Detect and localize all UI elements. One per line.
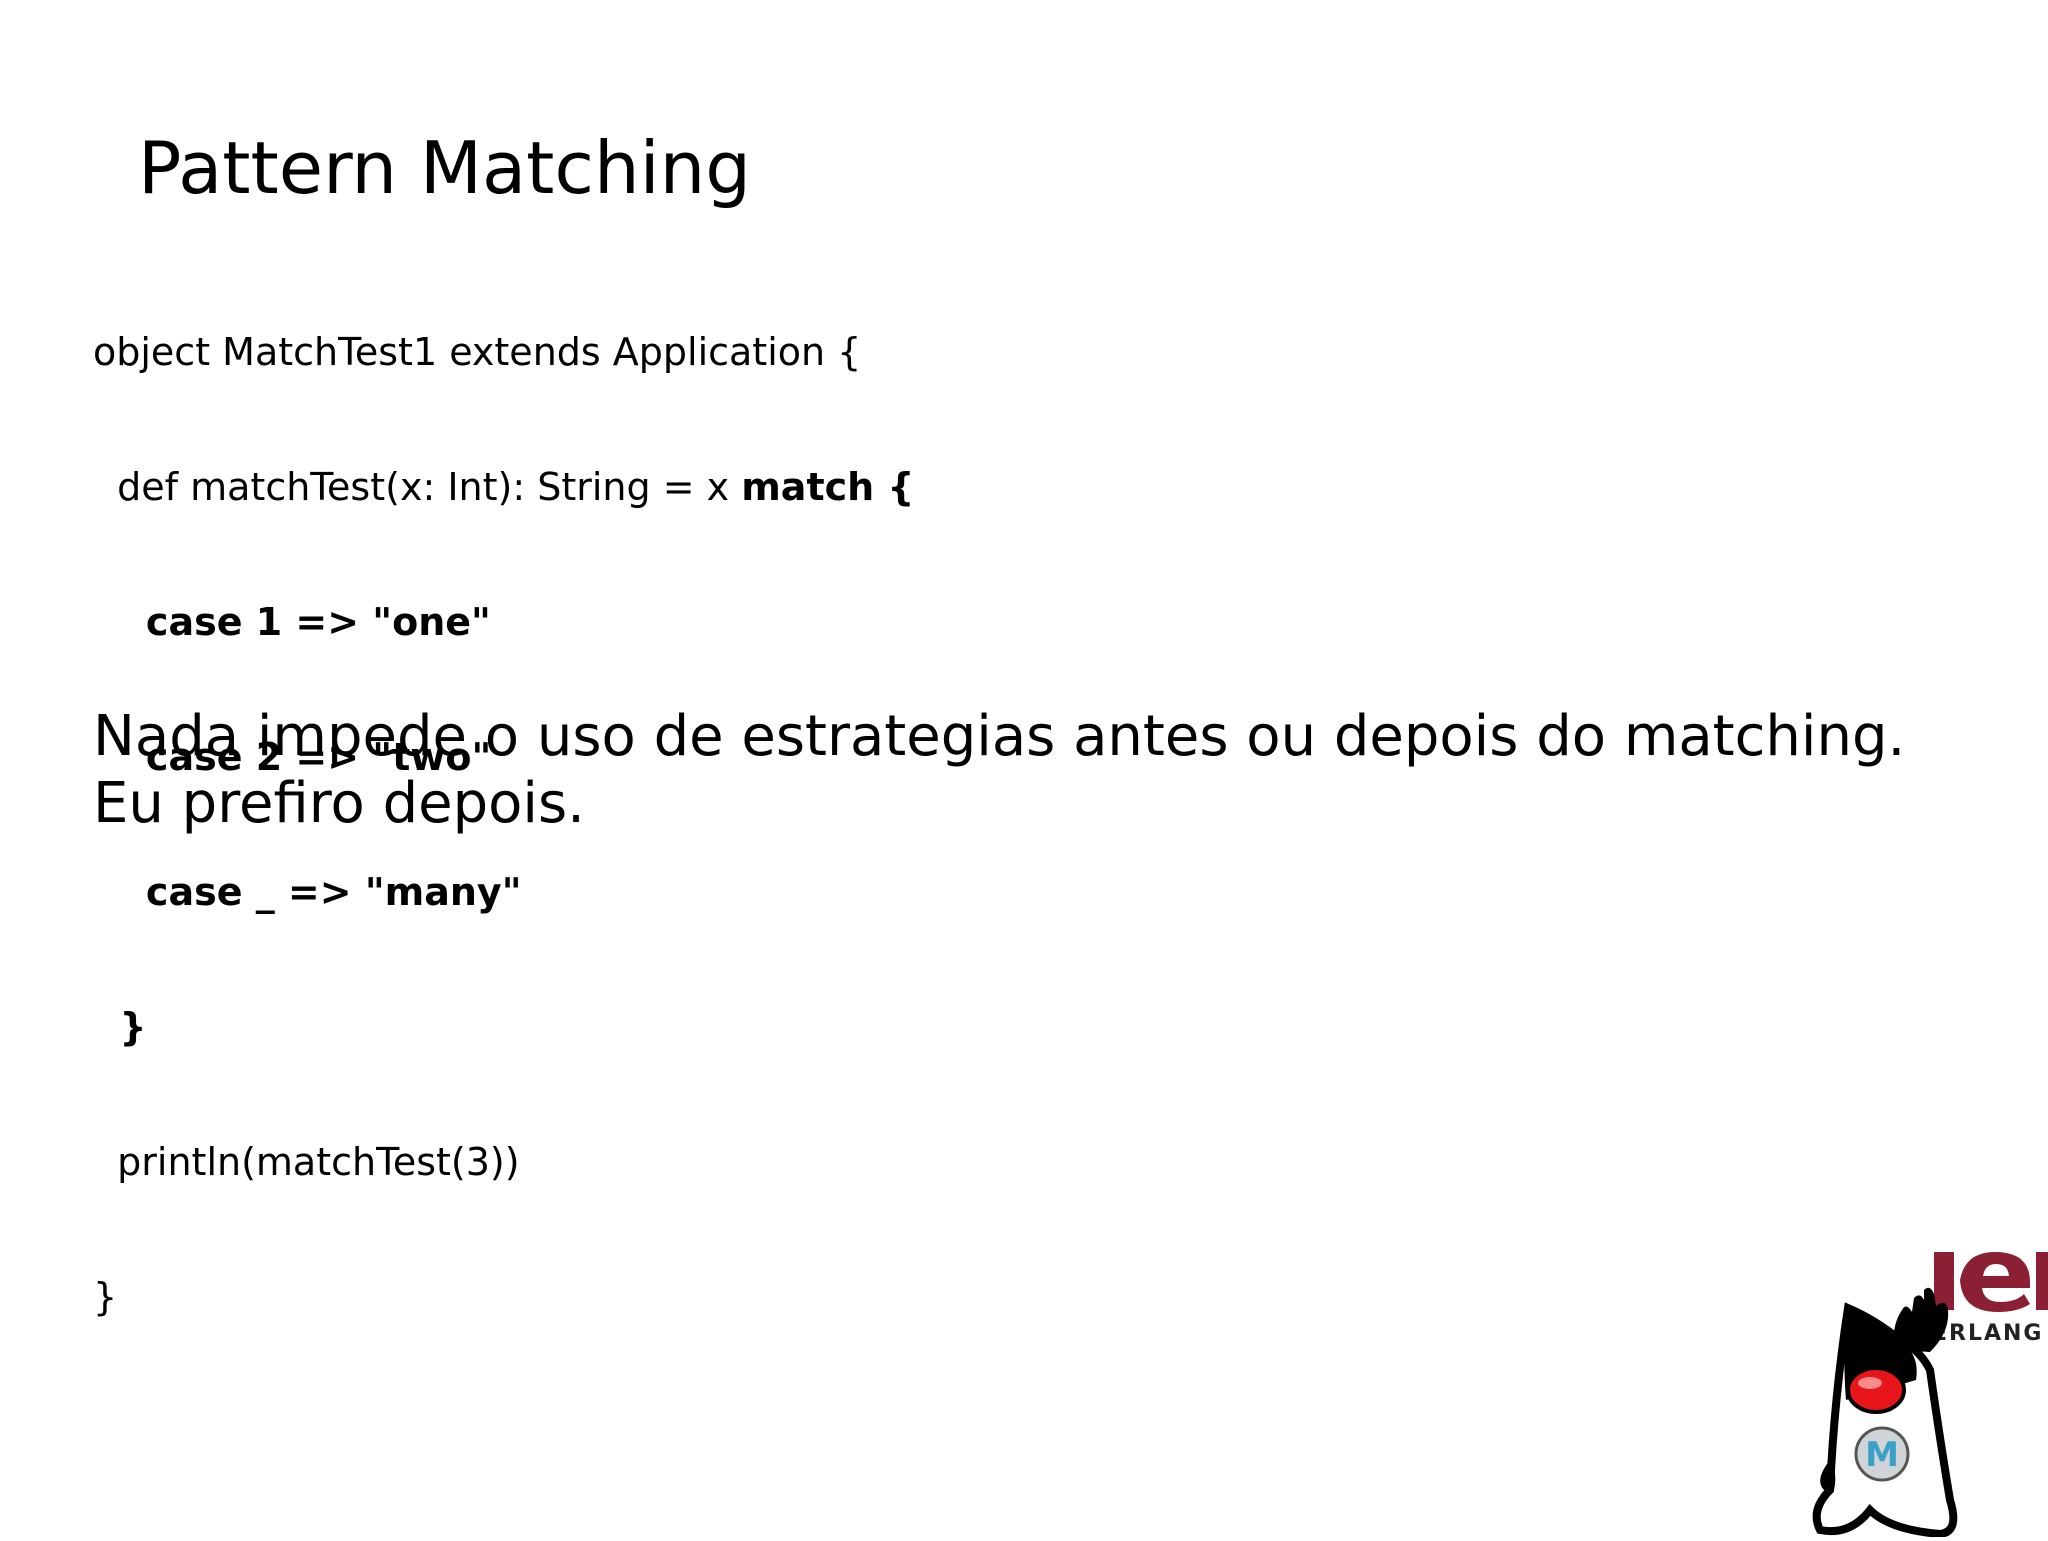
code-segment: object MatchTest1 extends Application { — [93, 330, 862, 374]
code-line: } — [93, 1275, 914, 1320]
code-segment: def matchTest(x: Int): String = x — [93, 465, 742, 509]
code-segment: println(matchTest(3)) — [93, 1140, 520, 1184]
body-line: Nada impede o uso de estrategias antes o… — [93, 704, 1906, 769]
code-line: object MatchTest1 extends Application { — [93, 330, 914, 375]
body-line: Eu prefiro depois. — [93, 771, 585, 836]
code-segment: case _ => "many" — [93, 870, 522, 914]
duke-erlang-mascot-icon: ERLANG M — [1790, 1240, 2048, 1539]
code-line: } — [93, 1005, 914, 1050]
code-line: case _ => "many" — [93, 870, 914, 915]
slide-body-text: Nada impede o uso de estrategias antes o… — [93, 703, 1905, 837]
erlang-logo-icon: ERLANG — [1932, 1252, 2048, 1346]
code-segment: } — [93, 1275, 118, 1319]
code-keyword: match { — [741, 465, 915, 509]
code-segment: case 1 => "one" — [93, 600, 491, 644]
code-line: def matchTest(x: Int): String = x match … — [93, 465, 914, 510]
duke-mascot-icon: M — [1812, 1287, 1958, 1539]
slide-title: Pattern Matching — [138, 126, 751, 210]
code-segment: } — [93, 1005, 147, 1049]
erlang-logo-text: ERLANG — [1932, 1321, 2043, 1346]
code-line: println(matchTest(3)) — [93, 1140, 914, 1185]
code-line: case 1 => "one" — [93, 600, 914, 645]
svg-text:M: M — [1865, 1435, 1899, 1475]
